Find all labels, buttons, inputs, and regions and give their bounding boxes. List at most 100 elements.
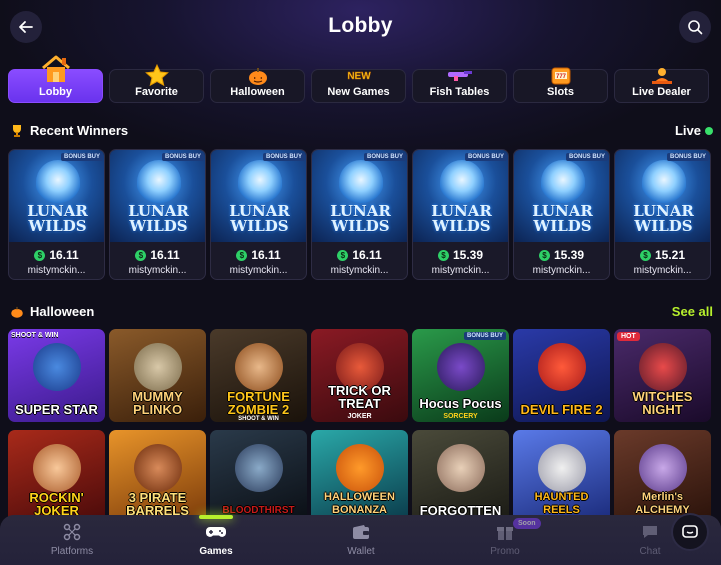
game-card[interactable]: FORTUNE ZOMBIE 2 SHOOT & WIN (210, 329, 307, 422)
game-card[interactable]: Merlin's ALCHEMY (614, 430, 711, 523)
game-card[interactable]: HAUNTED REELS (513, 430, 610, 523)
nav-label: Promo (490, 546, 520, 557)
tab-halloween[interactable]: Halloween (210, 68, 305, 103)
win-amount: $16.11 (312, 248, 407, 262)
category-tabs: Lobby Favorite Halloween NEW New Games F… (8, 55, 721, 103)
character-art (32, 444, 81, 492)
skeleton-art (537, 444, 586, 492)
game-title: 3 PIRATE BARRELS (126, 490, 189, 518)
game-card[interactable]: MUMMY PLINKO (109, 329, 206, 422)
game-card[interactable]: DEVIL FIRE 2 (513, 329, 610, 422)
active-tab-indicator (199, 515, 233, 519)
game-title: LUNAR WILDS (128, 202, 189, 235)
game-title: SUPER STAR (15, 402, 98, 417)
winner-username: mistymckin... (229, 265, 288, 276)
winner-username: mistymckin... (27, 265, 86, 276)
nav-wallet[interactable]: Wallet (321, 523, 401, 563)
winner-card[interactable]: LUNAR WILDS BONUS BUY $15.39 mistymckin.… (513, 149, 610, 280)
top-bar: Lobby (0, 0, 721, 56)
game-thumbnail: LUNAR WILDS BONUS BUY (211, 150, 306, 242)
tab-favorite[interactable]: Favorite (109, 63, 204, 103)
amount-value: 16.11 (150, 248, 180, 262)
game-thumbnail: LUNAR WILDS BONUS BUY (615, 150, 710, 242)
bonus-buy-badge: BONUS BUY (666, 153, 709, 161)
support-chat-button[interactable] (673, 515, 707, 549)
game-title: LUNAR WILDS (27, 202, 88, 235)
winner-username: mistymckin... (330, 265, 389, 276)
game-card[interactable]: SHOOT & WIN SUPER STAR (8, 329, 105, 422)
wolf-icon (136, 160, 181, 204)
bottom-navigation: Platforms Games Wallet Soon Promo Chat (0, 515, 721, 565)
winner-username: mistymckin... (633, 265, 692, 276)
win-amount: $16.11 (9, 248, 104, 262)
winner-card[interactable]: LUNAR WILDS BONUS BUY $16.11 mistymckin.… (210, 149, 307, 280)
character-art (133, 343, 182, 391)
tab-label: Slots (547, 86, 574, 98)
nav-promo[interactable]: Soon Promo (465, 518, 545, 563)
game-card[interactable]: HALLOWEEN BONANZA (311, 430, 408, 523)
game-thumbnail: LUNAR WILDS BONUS BUY (312, 150, 407, 242)
winner-card[interactable]: LUNAR WILDS BONUS BUY $15.39 mistymckin.… (412, 149, 509, 280)
game-card[interactable]: 3 PIRATE BARRELS (109, 430, 206, 523)
game-title: HAUNTED REELS (534, 491, 589, 516)
game-card[interactable]: ROCKIN' JOKER (8, 430, 105, 523)
amount-value: 16.11 (49, 248, 79, 262)
game-subtitle: SHOOT & WIN (238, 416, 279, 422)
tab-slots[interactable]: 777 Slots (513, 67, 608, 103)
win-amount: $15.39 (514, 248, 609, 262)
game-title: Hocus Pocus (419, 396, 502, 411)
coin-icon: $ (437, 249, 449, 261)
character-art (638, 343, 687, 391)
game-title: LUNAR WILDS (532, 202, 593, 235)
game-title: MUMMY PLINKO (132, 389, 183, 417)
game-title: DEVIL FIRE 2 (520, 402, 603, 417)
see-all-link[interactable]: See all (672, 304, 713, 319)
bonus-buy-badge: BONUS BUY (262, 153, 305, 161)
tab-label: New Games (327, 86, 390, 98)
game-subtitle: JOKER (347, 413, 372, 420)
game-title: LUNAR WILDS (633, 202, 694, 235)
game-title: ROCKIN' JOKER (29, 490, 84, 518)
svg-text:NEW: NEW (347, 71, 371, 82)
character-art (32, 343, 81, 391)
wolf-icon (641, 160, 686, 204)
winner-card[interactable]: LUNAR WILDS BONUS BUY $15.21 mistymckin.… (614, 149, 711, 280)
wolf-icon (338, 160, 383, 204)
bonus-buy-badge: BONUS BUY (363, 153, 406, 161)
game-card[interactable]: FORGOTTEN (412, 430, 509, 523)
live-dot-icon (705, 126, 713, 135)
game-thumbnail: LUNAR WILDS BONUS BUY (514, 150, 609, 242)
game-title: HALLOWEEN BONANZA (324, 491, 395, 516)
game-card[interactable]: HOT WITCHES NIGHT (614, 329, 711, 422)
character-art (234, 343, 283, 391)
tab-lobby[interactable]: Lobby (8, 55, 103, 103)
tab-new-games[interactable]: NEW New Games (311, 69, 406, 103)
game-thumbnail: LUNAR WILDS BONUS BUY (413, 150, 508, 242)
nav-games[interactable]: Games (176, 523, 256, 563)
game-card[interactable]: TRICK OR TREAT JOKER (311, 329, 408, 422)
coin-icon: $ (538, 249, 550, 261)
winner-card[interactable]: LUNAR WILDS BONUS BUY $16.11 mistymckin.… (311, 149, 408, 280)
character-art (638, 444, 687, 492)
character-art (436, 343, 485, 391)
game-title: LUNAR WILDS (330, 202, 391, 235)
halloween-title: Halloween (30, 304, 95, 319)
tab-live-dealer[interactable]: Live Dealer (614, 68, 709, 103)
coin-icon: $ (639, 249, 651, 261)
game-card[interactable]: BLOODTHIRST (210, 430, 307, 523)
winner-card[interactable]: LUNAR WILDS BONUS BUY $16.11 mistymckin.… (109, 149, 206, 280)
winner-username: mistymckin... (128, 265, 187, 276)
game-title: LUNAR WILDS (229, 202, 290, 235)
winner-card[interactable]: LUNAR WILDS BONUS BUY $16.11 mistymckin.… (8, 149, 105, 280)
amount-value: 15.21 (654, 248, 686, 262)
dealer-icon (651, 68, 672, 84)
tab-label: Halloween (230, 86, 285, 98)
game-title: WITCHES NIGHT (632, 389, 693, 417)
search-button[interactable] (679, 11, 711, 43)
character-art (234, 444, 283, 492)
bonus-buy-badge: BONUS BUY (161, 153, 204, 161)
game-card[interactable]: BONUS BUY Hocus Pocus SORCERY (412, 329, 509, 422)
tab-fish-tables[interactable]: Fish Tables (412, 69, 507, 103)
pumpkin-icon (248, 68, 267, 85)
nav-platforms[interactable]: Platforms (32, 523, 112, 563)
